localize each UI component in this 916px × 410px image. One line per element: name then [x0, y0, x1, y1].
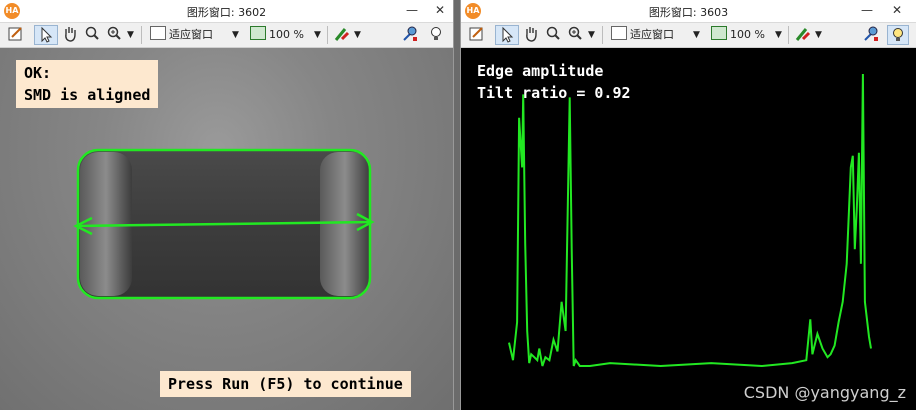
zoom-level-icon	[711, 26, 727, 40]
settings-icon[interactable]	[6, 25, 26, 45]
zoom-dropdown-arrow[interactable]: ▼	[127, 26, 134, 44]
zoom-level-dropdown-arrow[interactable]: ▼	[775, 26, 782, 44]
fit-window-dropdown-arrow[interactable]: ▼	[232, 26, 239, 44]
graphics-window-3602: HA 图形窗口: 3602 — ✕ ▼ 适应窗口 ▼ 100 % ▼ ▼ OK:…	[0, 0, 454, 410]
watermark: CSDN @yangyang_z	[743, 383, 906, 402]
title-bar[interactable]: HA 图形窗口: 3603 — ✕	[461, 0, 916, 23]
fit-window-icon	[150, 26, 166, 40]
bulb-icon[interactable]	[426, 25, 446, 45]
plot-canvas[interactable]: Edge amplitude Tilt ratio = 0.92 CSDN @y…	[461, 48, 916, 410]
color-tool-icon[interactable]	[793, 25, 813, 45]
inspect-icon[interactable]	[861, 25, 881, 45]
minimize-button[interactable]: —	[853, 0, 881, 22]
fit-window-label: 适应窗口	[630, 28, 674, 41]
color-tool-icon[interactable]	[332, 25, 352, 45]
zoom-level-combo[interactable]: 100 %	[250, 26, 304, 44]
title-bar[interactable]: HA 图形窗口: 3602 — ✕	[0, 0, 453, 23]
zoom-icon[interactable]	[543, 25, 563, 45]
image-canvas[interactable]: OK: SMD is aligned Press Run (F5) to con…	[0, 48, 453, 410]
toolbar: ▼ 适应窗口 ▼ 100 % ▼ ▼	[461, 23, 916, 48]
zoom-level-value: 100 %	[269, 28, 304, 41]
hand-icon[interactable]	[60, 25, 80, 45]
tilt-ratio-text: Tilt ratio = 0.92	[477, 84, 631, 102]
toolbar-separator	[327, 26, 328, 44]
toolbar-separator	[602, 26, 603, 44]
inspect-icon[interactable]	[400, 25, 420, 45]
fit-window-dropdown-arrow[interactable]: ▼	[693, 26, 700, 44]
close-button[interactable]: ✕	[426, 0, 454, 22]
hand-icon[interactable]	[521, 25, 541, 45]
settings-icon[interactable]	[467, 25, 487, 45]
status-message: OK: SMD is aligned	[16, 60, 159, 108]
zoom-level-value: 100 %	[730, 28, 765, 41]
fit-window-label: 适应窗口	[169, 28, 213, 41]
zoom-icon[interactable]	[82, 25, 102, 45]
graphics-window-3603: HA 图形窗口: 3603 — ✕ ▼ 适应窗口 ▼ 100 % ▼ ▼ Edg…	[460, 0, 916, 410]
amplitude-series-line	[508, 73, 872, 368]
toolbar: ▼ 适应窗口 ▼ 100 % ▼ ▼	[0, 23, 453, 48]
zoom-plus-icon[interactable]	[104, 25, 124, 45]
status-ok: OK:	[24, 64, 52, 82]
fit-window-combo[interactable]: 适应窗口	[611, 26, 674, 44]
color-tool-dropdown-arrow[interactable]: ▼	[354, 26, 361, 44]
pointer-icon[interactable]	[34, 25, 58, 45]
zoom-plus-icon[interactable]	[565, 25, 585, 45]
pointer-icon[interactable]	[495, 25, 519, 45]
toolbar-separator	[788, 26, 789, 44]
fit-window-icon	[611, 26, 627, 40]
color-tool-dropdown-arrow[interactable]: ▼	[815, 26, 822, 44]
bulb-icon[interactable]	[887, 25, 909, 45]
minimize-button[interactable]: —	[398, 0, 426, 22]
zoom-level-dropdown-arrow[interactable]: ▼	[314, 26, 321, 44]
zoom-level-icon	[250, 26, 266, 40]
status-detail: SMD is aligned	[24, 86, 151, 104]
window-title: 图形窗口: 3602	[186, 6, 267, 19]
close-button[interactable]: ✕	[883, 0, 911, 22]
continue-prompt: Press Run (F5) to continue	[160, 371, 411, 397]
toolbar-separator	[141, 26, 142, 44]
zoom-dropdown-arrow[interactable]: ▼	[588, 26, 595, 44]
window-title: 图形窗口: 3603	[648, 6, 729, 19]
zoom-level-combo[interactable]: 100 %	[711, 26, 765, 44]
plot-title: Edge amplitude	[477, 62, 604, 80]
fit-window-combo[interactable]: 适应窗口	[150, 26, 213, 44]
